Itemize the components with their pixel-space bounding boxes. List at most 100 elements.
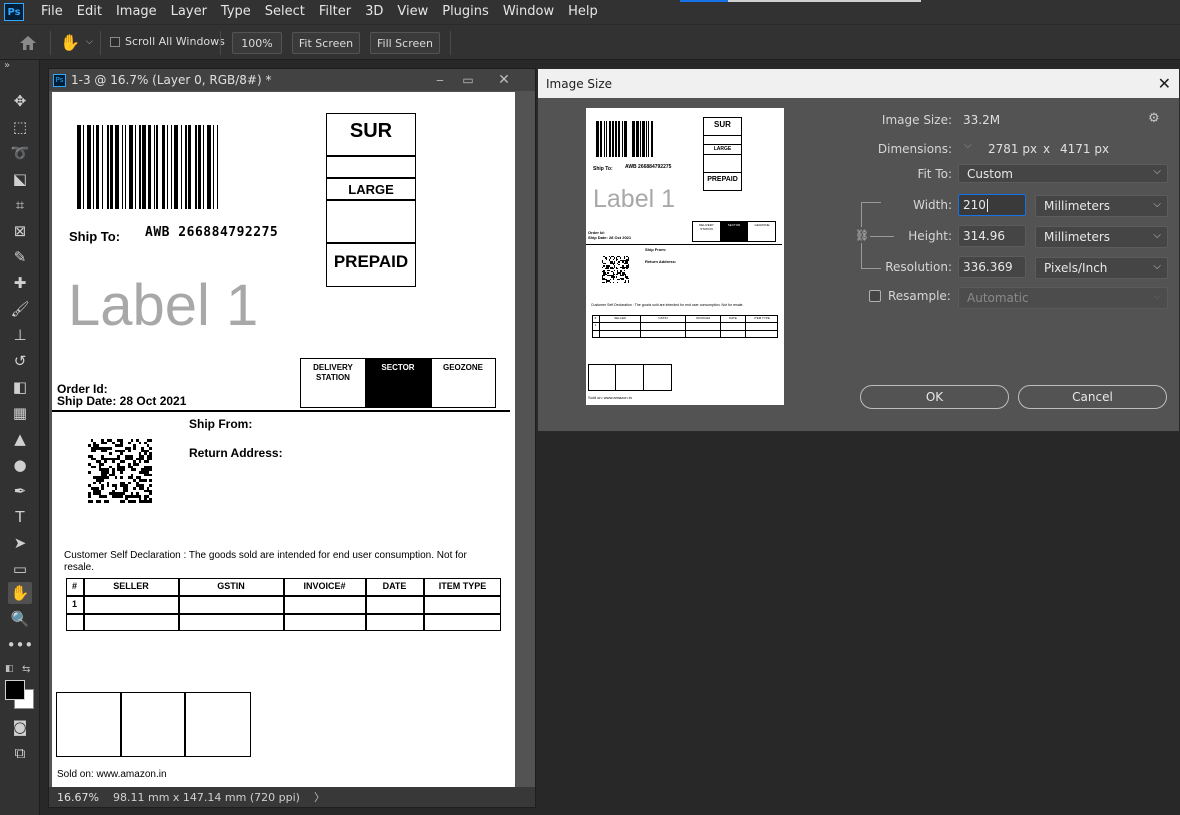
dodge-tool-icon[interactable]: ●: [8, 454, 32, 476]
blur-tool-icon[interactable]: ▲: [8, 428, 32, 450]
fit-to-value: Custom: [967, 166, 1013, 181]
zoom-100-button[interactable]: 100%: [232, 32, 282, 54]
gradient-tool-icon[interactable]: ▦: [8, 402, 32, 424]
ok-button[interactable]: OK: [860, 385, 1009, 409]
eraser-tool-icon[interactable]: ◧: [8, 376, 32, 398]
height-input[interactable]: 314.96: [958, 225, 1026, 247]
more-tools-icon[interactable]: •••: [7, 634, 34, 656]
close-document-icon[interactable]: ✕: [495, 71, 513, 89]
home-icon[interactable]: [18, 34, 38, 52]
screen-mode-icon[interactable]: ⧉: [8, 742, 32, 764]
qr-module: [104, 460, 107, 463]
resolution-input[interactable]: 336.369: [958, 256, 1026, 278]
pen-tool-icon[interactable]: ✒: [8, 480, 32, 502]
qr-module: [608, 269, 611, 271]
ship-from-label: Ship From:: [189, 417, 253, 431]
menu-window[interactable]: Window: [496, 0, 561, 24]
history-brush-tool-icon[interactable]: ↺: [8, 350, 32, 372]
menu-layer[interactable]: Layer: [164, 0, 214, 24]
fit-to-select[interactable]: Custom ⌵: [958, 164, 1168, 183]
menu-view[interactable]: View: [390, 0, 435, 24]
menu-edit[interactable]: Edit: [70, 0, 109, 24]
width-unit-select[interactable]: Millimeters ⌵: [1035, 195, 1168, 217]
lasso-tool-icon[interactable]: ➰: [8, 142, 32, 164]
resolution-unit-select[interactable]: Pixels/Inch ⌵: [1035, 257, 1168, 279]
width-label: Width:: [913, 198, 952, 212]
document-canvas[interactable]: Ship To: AWB 266884792275 SUR LARGE PREP…: [52, 92, 515, 787]
settings-gear-icon[interactable]: ⚙: [1148, 111, 1160, 126]
table-header: GSTIN: [217, 581, 245, 591]
minimize-icon[interactable]: ‒: [431, 71, 449, 89]
clone-stamp-tool-icon[interactable]: ⊥: [8, 324, 32, 346]
qr-module: [106, 476, 110, 479]
dialog-title: Image Size: [546, 76, 613, 91]
qr-module: [602, 266, 604, 269]
swap-colors-icon[interactable]: ⇆: [22, 664, 30, 675]
qr-module: [624, 281, 627, 283]
default-colors-icon[interactable]: ◧: [5, 664, 14, 674]
qr-module: [616, 273, 619, 275]
height-unit-select[interactable]: Millimeters ⌵: [1035, 226, 1168, 248]
qr-module: [93, 481, 96, 485]
menu-select[interactable]: Select: [258, 0, 312, 24]
menu-3d[interactable]: 3D: [358, 0, 390, 24]
menu-plugins[interactable]: Plugins: [435, 0, 496, 24]
qr-module: [618, 261, 620, 263]
hand-tool-active-icon[interactable]: ✋: [8, 582, 32, 604]
qr-module: [106, 500, 110, 503]
ship-date: Ship Date: 28 Oct 2021: [57, 394, 187, 408]
close-icon[interactable]: ✕: [1158, 74, 1171, 93]
healing-brush-tool-icon[interactable]: ✚: [8, 272, 32, 294]
qr-module: [623, 269, 625, 271]
menu-help[interactable]: Help: [561, 0, 605, 24]
qr-module: [128, 481, 131, 485]
maximize-icon[interactable]: ▭: [459, 71, 477, 89]
marquee-tool-icon[interactable]: ⬚: [8, 116, 32, 138]
status-arrow-icon[interactable]: 〉: [314, 789, 325, 805]
quick-mask-icon[interactable]: ◙: [8, 716, 32, 738]
foreground-color-swatch[interactable]: [5, 680, 25, 700]
qr-module: [615, 260, 617, 262]
width-input[interactable]: 210: [958, 194, 1026, 216]
menu-image[interactable]: Image: [109, 0, 164, 24]
scroll-all-windows-checkbox[interactable]: [110, 37, 120, 47]
fit-screen-button[interactable]: Fit Screen: [292, 32, 360, 54]
signature-boxes: [56, 692, 251, 757]
cancel-button[interactable]: Cancel: [1018, 385, 1167, 409]
zoom-tool-icon[interactable]: 🔍: [8, 608, 32, 630]
service-divider: [326, 199, 416, 201]
move-tool-icon[interactable]: ✥: [8, 90, 32, 112]
chevron-down-icon[interactable]: ⌵: [86, 37, 93, 47]
frame-tool-icon[interactable]: ⊠: [8, 220, 32, 242]
qr-module: [128, 449, 131, 453]
tools-panel: » ✥ ⬚ ➰ ⬕ ⌗ ⊠ ✎ ✚ 🖌 ⊥ ↺ ◧ ▦ ▲ ● ✒ T ➤ ▭ …: [0, 60, 40, 815]
eyedropper-tool-icon[interactable]: ✎: [8, 246, 32, 268]
hand-tool-icon[interactable]: ✋: [60, 33, 82, 53]
fill-screen-button[interactable]: Fill Screen: [370, 32, 440, 54]
qr-module: [604, 262, 607, 265]
type-tool-icon[interactable]: T: [8, 506, 32, 528]
status-zoom[interactable]: 16.67%: [57, 791, 101, 804]
titlebar-accent-secondary: [728, 0, 921, 2]
crop-tool-icon[interactable]: ⌗: [8, 194, 32, 216]
menu-filter[interactable]: Filter: [312, 0, 358, 24]
chevron-down-icon: ⌵: [1153, 166, 1161, 177]
menu-type[interactable]: Type: [214, 0, 258, 24]
table-header: #: [71, 581, 77, 591]
brush-tool-icon[interactable]: 🖌: [8, 298, 32, 320]
resample-checkbox[interactable]: [869, 290, 881, 302]
menu-file[interactable]: File: [34, 0, 70, 24]
object-select-tool-icon[interactable]: ⬕: [8, 168, 32, 190]
sur-label: SUR: [349, 120, 393, 142]
preview-table-header: #: [594, 316, 597, 320]
path-selection-tool-icon[interactable]: ➤: [8, 532, 32, 554]
qr-module: [114, 487, 118, 490]
dimensions-chevron-icon[interactable]: ⌵: [964, 140, 972, 151]
document-title-bar[interactable]: Ps 1-3 @ 16.7% (Layer 0, RGB/8#) * ‒ ▭ ✕: [49, 69, 535, 91]
resample-select[interactable]: Automatic ⌵: [958, 287, 1168, 309]
rectangle-tool-icon[interactable]: ▭: [8, 558, 32, 580]
image-preview[interactable]: Ship To: AWB 266884792275 SUR LARGE PREP…: [586, 108, 784, 405]
preview-sector: SECTOR: [727, 223, 741, 227]
dialog-title-bar[interactable]: Image Size ✕: [538, 69, 1179, 98]
expand-panel-icon[interactable]: »: [4, 60, 10, 71]
